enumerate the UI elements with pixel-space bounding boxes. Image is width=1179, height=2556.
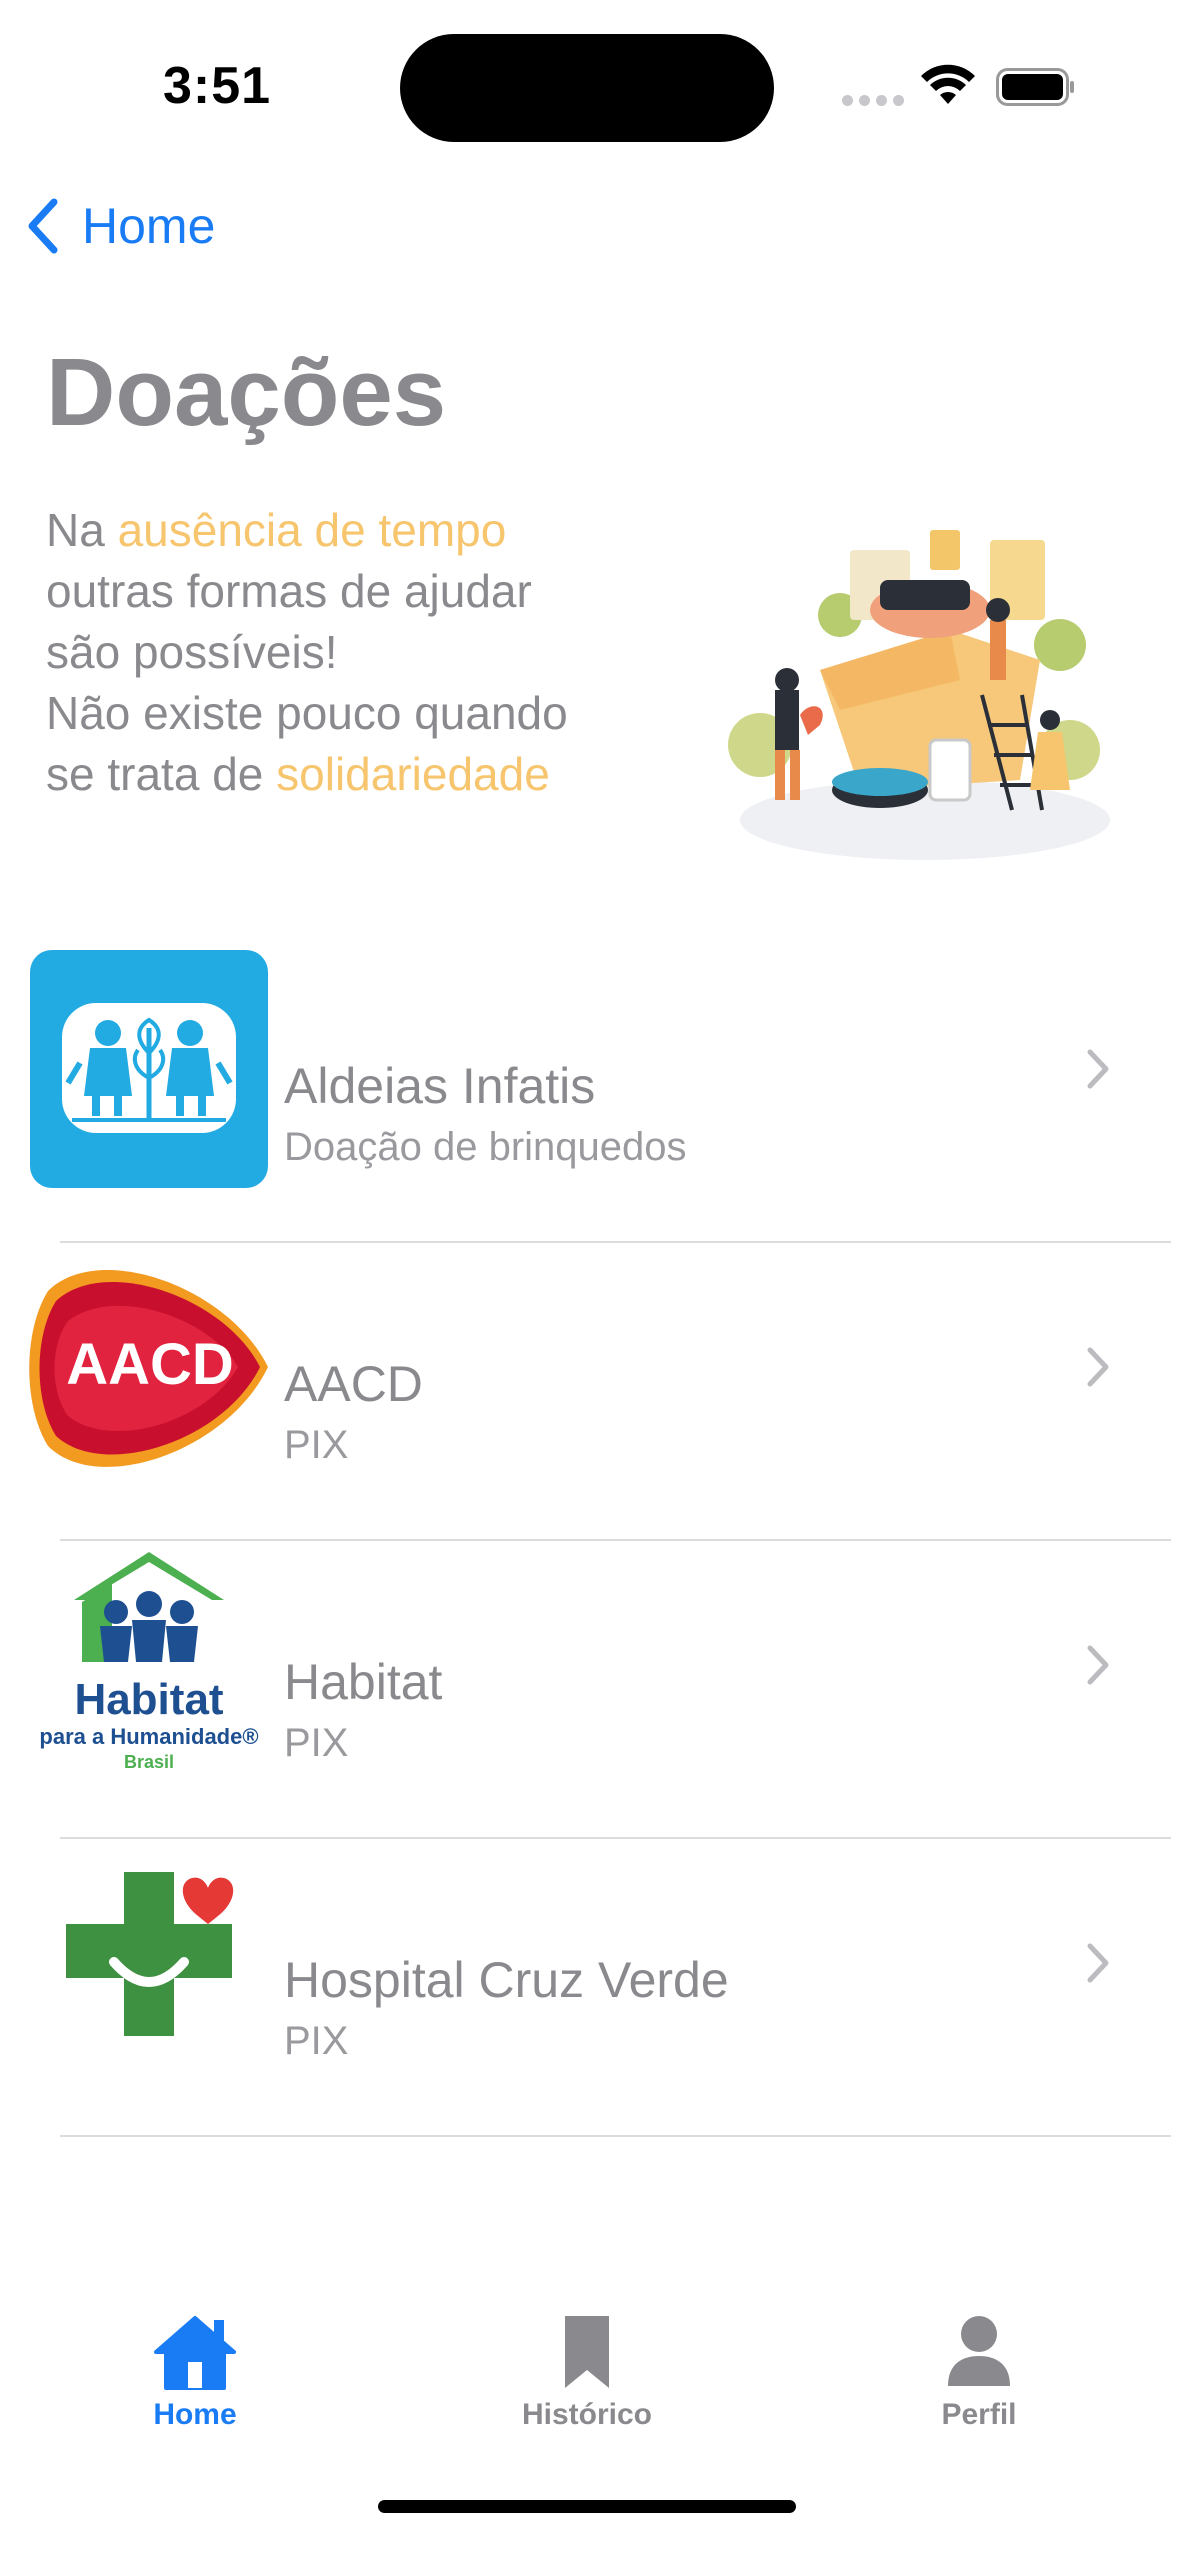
back-button[interactable]: Home xyxy=(24,190,215,262)
tab-label: Home xyxy=(153,2398,237,2431)
dynamic-island xyxy=(400,34,774,142)
cellular-signal-icon xyxy=(842,95,904,106)
chevron-right-icon xyxy=(1087,1049,1109,1089)
hero-highlight-solidariedade: solidariedade xyxy=(276,748,550,800)
org-subtitle: Doação de brinquedos xyxy=(284,1125,687,1169)
tab-label: Histórico xyxy=(521,2398,653,2431)
habitat-logo: Habitat para a Humanidade® Brasil xyxy=(39,1552,259,1772)
wifi-icon xyxy=(921,64,975,104)
list-item[interactable]: Habitat para a Humanidade® Brasil Habita… xyxy=(0,1541,1179,1839)
list-item[interactable]: AACD AACD PIX xyxy=(0,1243,1179,1541)
person-icon xyxy=(948,2316,1010,2386)
tab-label: Perfil xyxy=(941,2398,1017,2431)
bookmark-icon xyxy=(565,2316,609,2388)
aacd-logo-text: AACD xyxy=(66,1332,234,1397)
chevron-right-icon xyxy=(1087,1943,1109,1983)
list-item[interactable]: Hospital Cruz Verde PIX xyxy=(0,1839,1179,2137)
org-name: Aldeias Infatis xyxy=(284,1058,596,1114)
organization-list: Aldeias Infatis Doação de brinquedos AAC… xyxy=(0,945,1179,2137)
habitat-logo-subtitle: para a Humanidade® xyxy=(39,1724,258,1749)
hero-line2: outras formas de ajudar xyxy=(46,565,532,617)
cruz-verde-logo xyxy=(66,1872,234,2036)
hero-line4: Não existe pouco quando xyxy=(46,687,568,739)
status-time: 3:51 xyxy=(163,57,272,115)
hero-highlight-tempo: ausência de tempo xyxy=(117,504,507,556)
status-bar: 3:51 xyxy=(0,0,1179,170)
tab-historico[interactable]: Histórico xyxy=(467,2290,707,2460)
page-title: Doações xyxy=(46,339,447,446)
hero-line1-prefix: Na xyxy=(46,504,118,556)
aldeias-infantis-logo xyxy=(30,950,268,1188)
aacd-logo: AACD xyxy=(29,1270,268,1467)
chevron-right-icon xyxy=(1087,1645,1109,1685)
habitat-logo-title: Habitat xyxy=(74,1675,223,1724)
tab-perfil[interactable]: Perfil xyxy=(859,2290,1099,2460)
home-indicator xyxy=(378,2500,796,2513)
hero-line5-prefix: se trata de xyxy=(46,748,277,800)
hero-line3: são possíveis! xyxy=(46,626,338,678)
org-name: Hospital Cruz Verde xyxy=(284,1952,729,2008)
tab-bar: Home Histórico Perfil xyxy=(0,2290,1179,2470)
chevron-left-icon xyxy=(28,198,58,254)
row-divider xyxy=(60,2135,1171,2137)
list-item[interactable]: Aldeias Infatis Doação de brinquedos xyxy=(0,945,1179,1243)
chevron-right-icon xyxy=(1087,1347,1109,1387)
tab-home[interactable]: Home xyxy=(75,2290,315,2460)
org-subtitle: PIX xyxy=(284,1721,349,1765)
habitat-logo-country: Brasil xyxy=(124,1752,174,1772)
donation-box-illustration xyxy=(728,530,1110,860)
org-subtitle: PIX xyxy=(284,2019,349,2063)
org-name: Habitat xyxy=(284,1654,443,1710)
house-icon xyxy=(154,2316,236,2390)
org-subtitle: PIX xyxy=(284,1423,349,1467)
hero-text: Na ausência de tempo outras formas de aj… xyxy=(46,500,686,805)
back-label: Home xyxy=(82,198,216,254)
battery-icon xyxy=(996,68,1074,106)
org-name: AACD xyxy=(284,1356,423,1412)
